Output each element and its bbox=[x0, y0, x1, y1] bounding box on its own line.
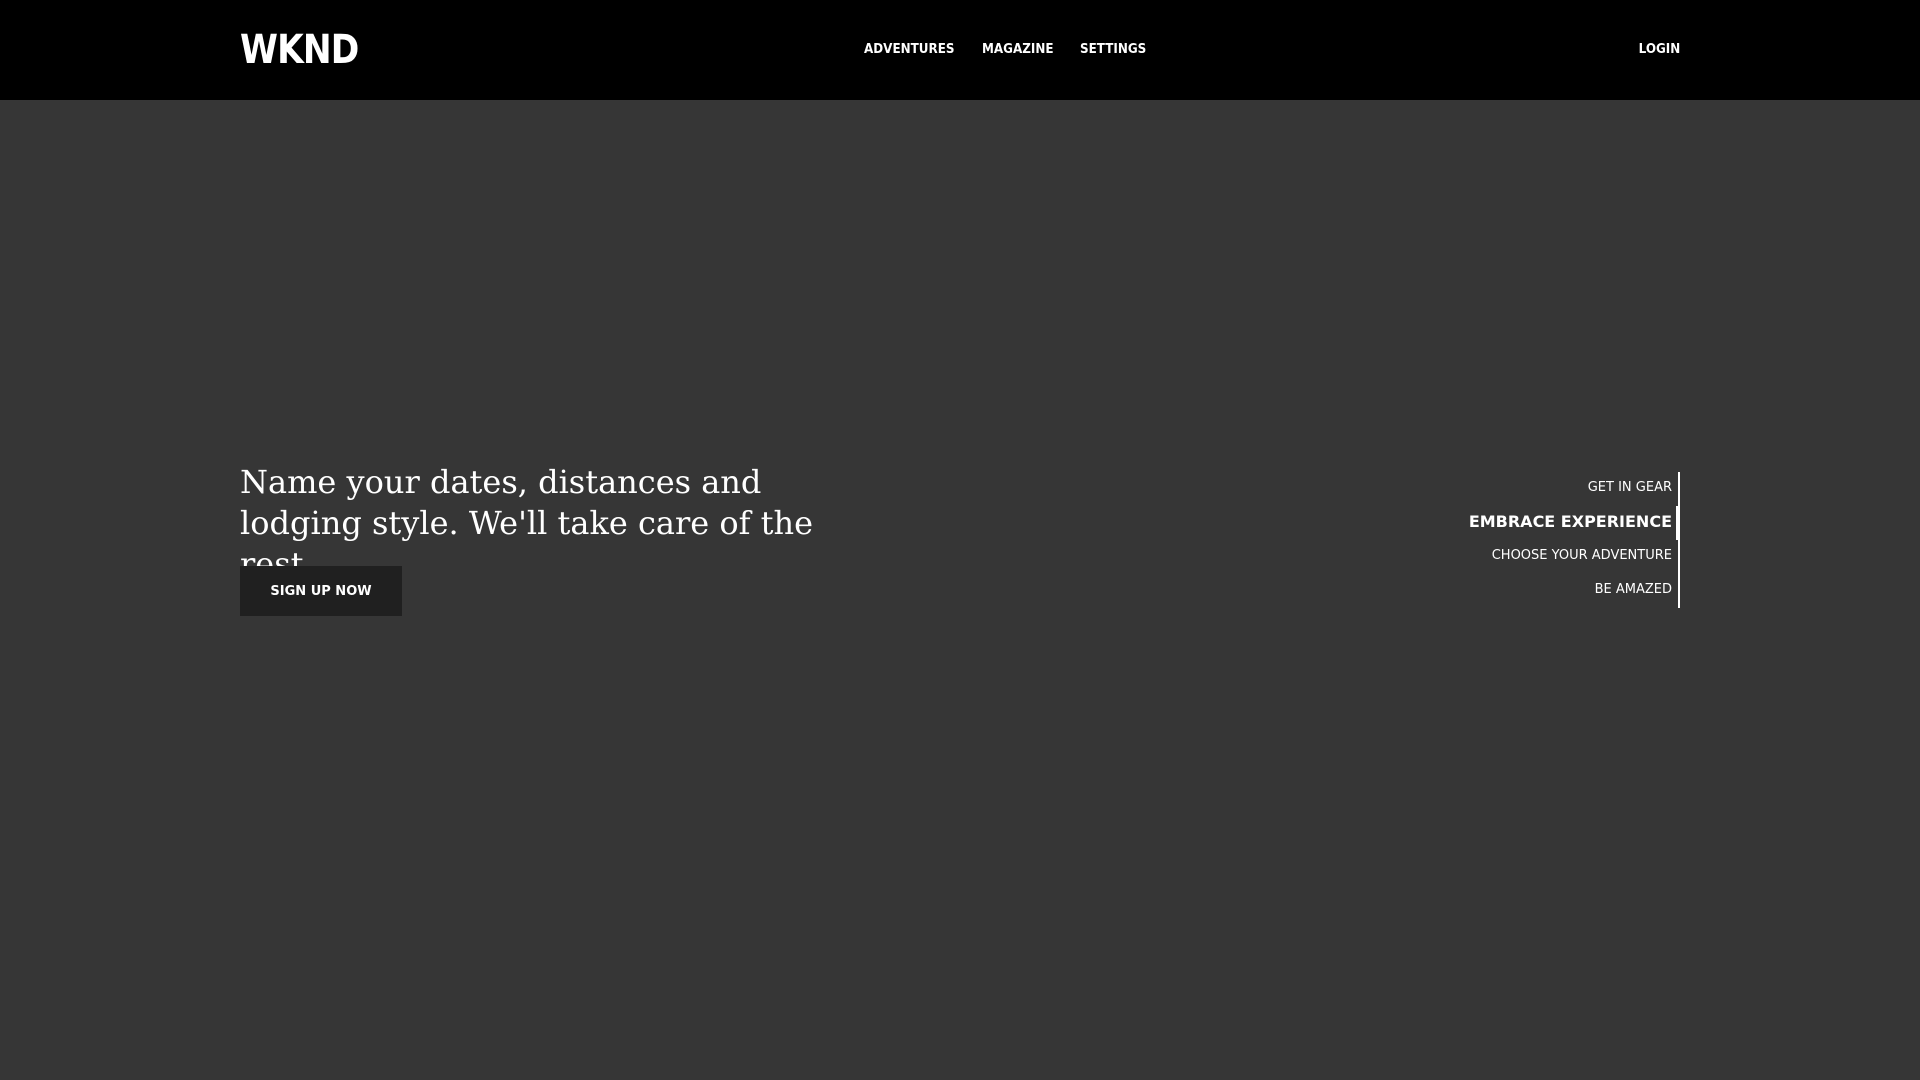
carousel-item-be-amazed[interactable]: BE AMAZED bbox=[1595, 580, 1672, 600]
nav-item-magazine[interactable]: MAGAZINE bbox=[982, 40, 1054, 60]
nav-item-adventures[interactable]: ADVENTURES bbox=[864, 40, 954, 60]
hero-section: Name your dates, distances and lodging s… bbox=[0, 100, 1920, 1080]
login-link[interactable]: LOGIN bbox=[1638, 40, 1680, 60]
carousel-active-indicator bbox=[1676, 506, 1680, 540]
carousel-item-choose-your-adventure[interactable]: CHOOSE YOUR ADVENTURE bbox=[1492, 546, 1672, 566]
top-navigation-bar: WKND ADVENTURES MAGAZINE SETTINGS LOGIN bbox=[0, 0, 1920, 100]
wknd-logo[interactable]: WKND bbox=[240, 26, 359, 74]
carousel-item-embrace-experience[interactable]: EMBRACE EXPERIENCE bbox=[1469, 511, 1672, 533]
nav-item-settings[interactable]: SETTINGS bbox=[1080, 40, 1146, 60]
sign-up-now-button[interactable]: SIGN UP NOW bbox=[240, 566, 402, 616]
carousel-item-get-in-gear[interactable]: GET IN GEAR bbox=[1588, 478, 1672, 498]
hero-carousel-nav: GET IN GEAR EMBRACE EXPERIENCE CHOOSE YO… bbox=[1440, 472, 1680, 608]
main-nav: ADVENTURES MAGAZINE SETTINGS bbox=[864, 40, 1152, 60]
carousel-indicator-line bbox=[1678, 472, 1680, 608]
